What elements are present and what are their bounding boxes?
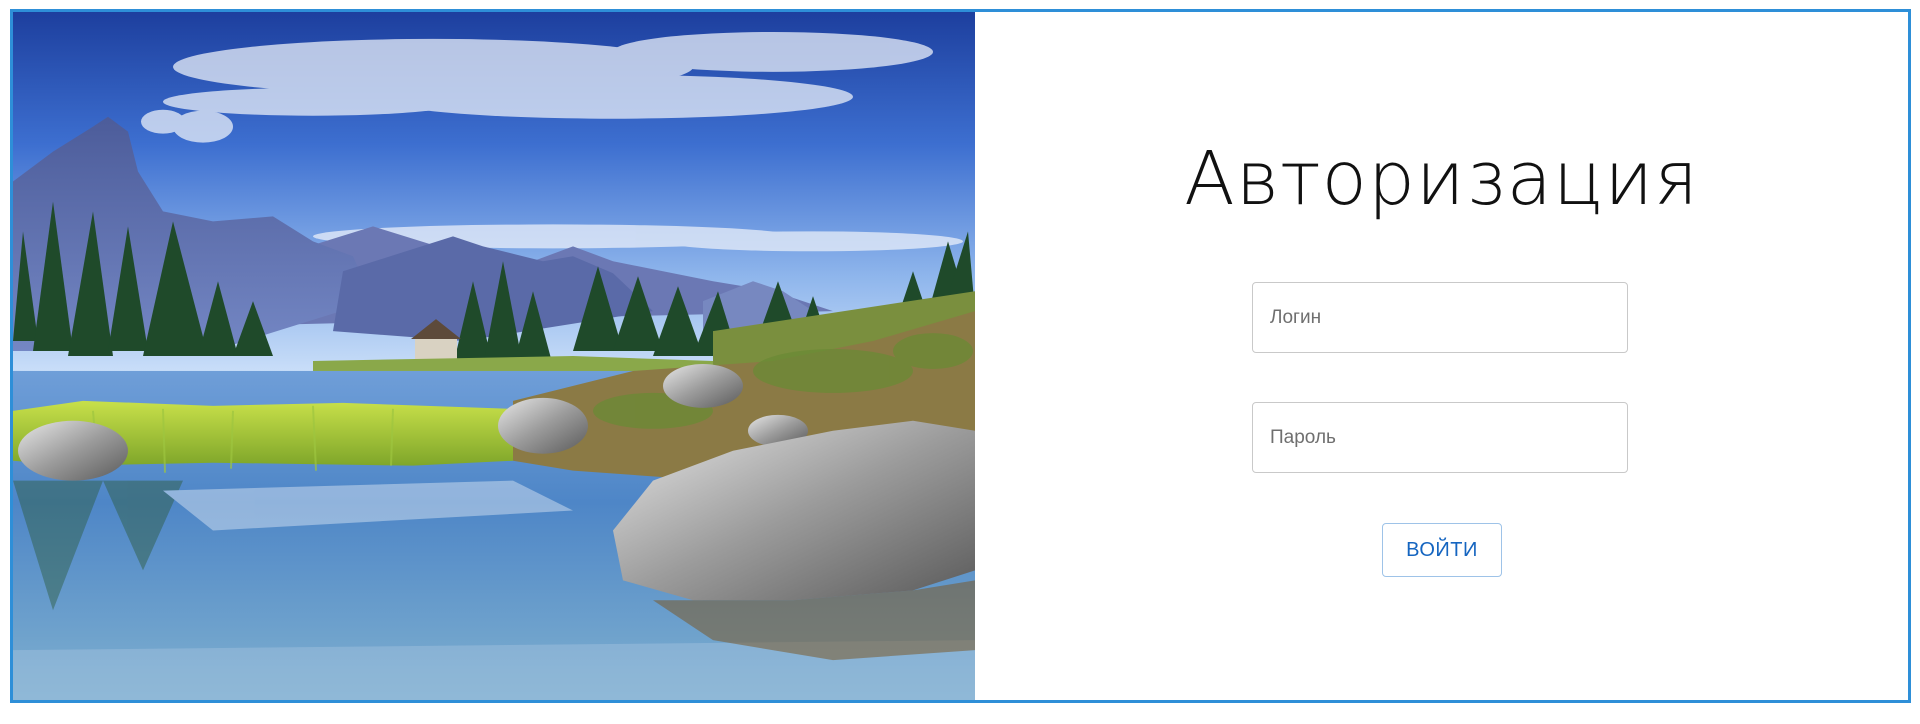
password-input[interactable] [1252,402,1628,473]
landscape-illustration [13,12,975,700]
login-page-frame: Авторизация ВОЙТИ [10,9,1911,703]
page-title: Авторизация [1184,136,1699,222]
login-form-panel: Авторизация ВОЙТИ [975,12,1908,700]
mountain-lake-landscape-image [13,12,975,700]
login-input[interactable] [1252,282,1628,353]
login-button[interactable]: ВОЙТИ [1382,523,1502,577]
